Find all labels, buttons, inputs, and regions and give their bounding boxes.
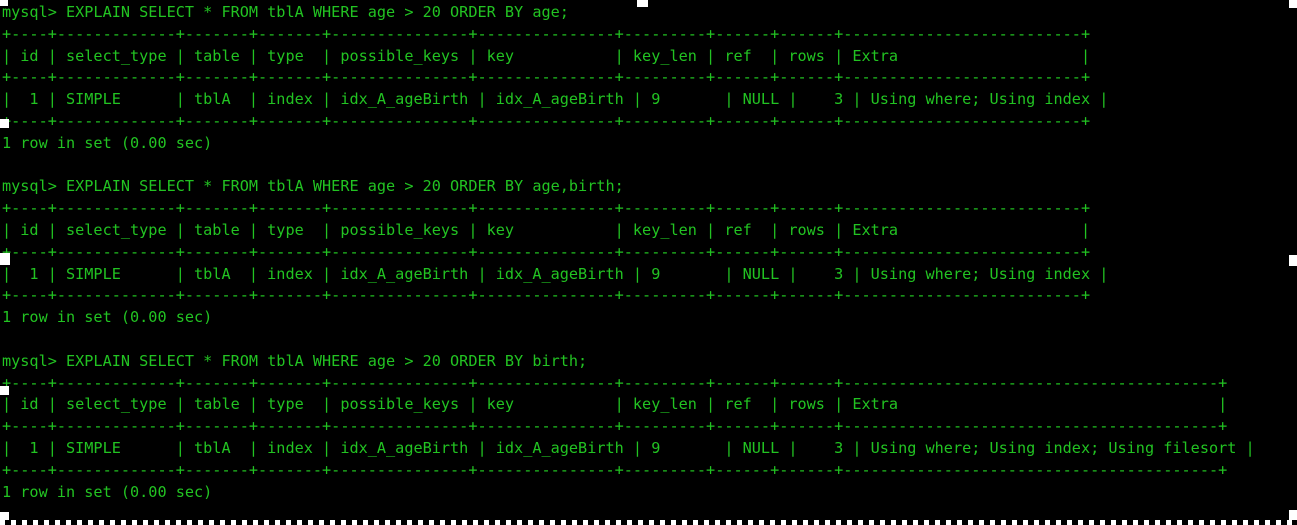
table-rule-mid: +----+-------------+-------+-------+----…	[2, 242, 1091, 261]
explain-block-3: mysql> EXPLAIN SELECT * FROM tblA WHERE …	[2, 351, 1297, 525]
table-header-row: | id | select_type | table | type | poss…	[2, 220, 1091, 239]
table-rule-bottom: +----+-------------+-------+-------+----…	[2, 460, 1228, 479]
command-line: mysql> EXPLAIN SELECT * FROM tblA WHERE …	[2, 177, 624, 196]
result-status: 1 row in set (0.00 sec)	[2, 133, 213, 152]
table-rule-top: +----+-------------+-------+-------+----…	[2, 199, 1091, 218]
command-line: mysql> EXPLAIN SELECT * FROM tblA WHERE …	[2, 351, 588, 370]
terminal-window[interactable]: mysql> EXPLAIN SELECT * FROM tblA WHERE …	[0, 0, 1297, 525]
table-header-row: | id | select_type | table | type | poss…	[2, 46, 1091, 65]
table-rule-bottom: +----+-------------+-------+-------+----…	[2, 286, 1091, 305]
table-rule-mid: +----+-------------+-------+-------+----…	[2, 68, 1091, 87]
explain-block-1: mysql> EXPLAIN SELECT * FROM tblA WHERE …	[2, 2, 1297, 176]
table-data-row: | 1 | SIMPLE | tblA | index | idx_A_ageB…	[2, 90, 1109, 109]
table-data-row: | 1 | SIMPLE | tblA | index | idx_A_ageB…	[2, 438, 1255, 457]
table-rule-mid: +----+-------------+-------+-------+----…	[2, 417, 1228, 436]
explain-block-2: mysql> EXPLAIN SELECT * FROM tblA WHERE …	[2, 176, 1297, 350]
result-status: 1 row in set (0.00 sec)	[2, 308, 213, 327]
table-data-row: | 1 | SIMPLE | tblA | index | idx_A_ageB…	[2, 264, 1109, 283]
terminal-screen[interactable]: mysql> EXPLAIN SELECT * FROM tblA WHERE …	[0, 0, 1297, 525]
table-rule-top: +----+-------------+-------+-------+----…	[2, 373, 1228, 392]
command-line: mysql> EXPLAIN SELECT * FROM tblA WHERE …	[2, 3, 569, 21]
table-rule-top: +----+-------------+-------+-------+----…	[2, 24, 1091, 43]
result-status: 1 row in set (0.00 sec)	[2, 482, 213, 501]
table-rule-bottom: +----+-------------+-------+-------+----…	[2, 111, 1091, 130]
table-header-row: | id | select_type | table | type | poss…	[2, 395, 1228, 414]
